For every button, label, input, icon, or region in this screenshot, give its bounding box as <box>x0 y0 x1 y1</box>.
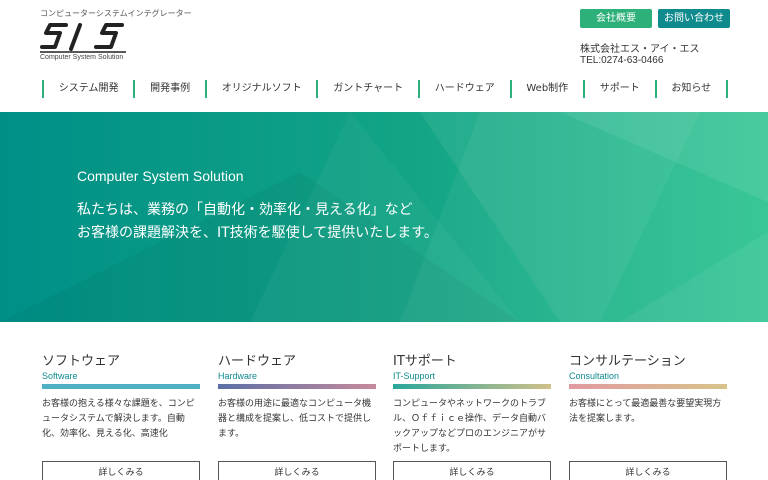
logo-subtitle: Computer System Solution <box>40 54 124 61</box>
sis-logo[interactable] <box>40 19 126 55</box>
service-title: コンサルテーション <box>569 354 686 369</box>
hero-headline-line1: 私たちは、業務の「自動化・効率化・見える化」など <box>77 202 413 218</box>
main-nav: システム開発 開発事例 オリジナルソフト ガントチャート ハードウェア Web制… <box>42 80 728 98</box>
site-header: コンピューターシステムインテグレーター Computer System Solu… <box>0 0 768 74</box>
service-subtitle: Hardware <box>218 371 258 381</box>
nav-item-original-software[interactable]: オリジナルソフト <box>204 80 317 98</box>
service-card-consultation: コンサルテーション Consultation お客様にとって最適最善な要望実現方… <box>569 345 727 480</box>
service-color-bar <box>569 384 727 389</box>
service-subtitle: Software <box>42 371 78 381</box>
site-tagline: コンピューターシステムインテグレーター <box>40 9 192 18</box>
service-card-software: ソフトウェア Software お客様の抱える様々な課題を、コンピュータシステム… <box>42 345 200 480</box>
service-color-bar <box>42 384 200 389</box>
nav-item-web-production[interactable]: Web制作 <box>509 80 583 98</box>
service-more-button[interactable]: 詳しくみる <box>393 461 551 480</box>
nav-item-hardware[interactable]: ハードウェア <box>417 80 510 98</box>
service-description: お客様の用途に最適なコンピュータ機器と構成を提案し、低コストで提供します。 <box>218 399 372 439</box>
hero-subtitle: Computer System Solution <box>77 168 244 184</box>
nav-item-gantt-chart[interactable]: ガントチャート <box>316 80 418 98</box>
service-more-button[interactable]: 詳しくみる <box>569 461 727 480</box>
hero-headline-line2: お客様の課題解決を、IT技術を駆使して提供いたします。 <box>77 225 438 241</box>
service-color-bar <box>393 384 551 389</box>
nav-item-system-development[interactable]: システム開発 <box>42 80 133 98</box>
service-subtitle: Consultation <box>569 371 620 381</box>
company-name: 株式会社エス・アイ・エス <box>580 44 700 55</box>
service-color-bar <box>218 384 376 389</box>
service-title: ソフトウェア <box>42 354 121 369</box>
service-more-button[interactable]: 詳しくみる <box>42 461 200 480</box>
service-title: ハードウェア <box>218 354 297 369</box>
about-button[interactable]: 会社概要 <box>580 9 652 28</box>
hero-banner: Computer System Solution 私たちは、業務の「自動化・効率… <box>0 112 768 322</box>
service-description: お客様にとって最適最善な要望実現方法を提案します。 <box>569 399 722 424</box>
service-description: お客様の抱える様々な課題を、コンピュータシステムで解決します。自動化、効率化、見… <box>42 399 195 439</box>
service-subtitle: IT-Support <box>393 371 436 381</box>
service-card-hardware: ハードウェア Hardware お客様の用途に最適なコンピュータ機器と構成を提案… <box>218 345 376 480</box>
nav-item-news[interactable]: お知らせ <box>654 80 728 98</box>
phone-number[interactable]: TEL:0274-63-0466 <box>580 55 663 66</box>
contact-button[interactable]: お問い合わせ <box>658 9 730 28</box>
service-description: コンピュータやネットワークのトラブル、Ｏｆｆｉｃｅ操作、データ自動バックアップな… <box>393 399 547 454</box>
service-title: ITサポート <box>393 354 457 369</box>
nav-item-case-studies[interactable]: 開発事例 <box>133 80 205 98</box>
service-more-button[interactable]: 詳しくみる <box>218 461 376 480</box>
service-card-it-support: ITサポート IT-Support コンピュータやネットワークのトラブル、Ｏｆｆ… <box>393 345 551 480</box>
nav-item-support[interactable]: サポート <box>582 80 655 98</box>
